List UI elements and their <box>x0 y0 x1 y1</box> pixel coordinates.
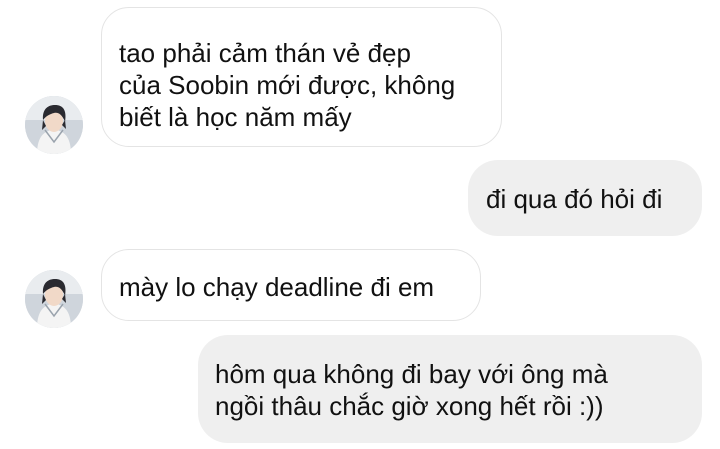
avatar-photo-icon <box>25 270 83 328</box>
contact-avatar[interactable] <box>25 270 83 328</box>
message-bubble-incoming[interactable]: tao phải cảm thán vẻ đẹp của Soobin mới … <box>101 7 502 147</box>
message-bubble-outgoing[interactable]: hôm qua không đi bay với ông mà ngồi thâ… <box>198 335 702 443</box>
avatar-photo-icon <box>25 96 83 154</box>
chat-thread: tao phải cảm thán vẻ đẹp của Soobin mới … <box>0 0 720 449</box>
contact-avatar[interactable] <box>25 96 83 154</box>
message-bubble-outgoing[interactable]: đi qua đó hỏi đi <box>468 160 702 236</box>
message-bubble-incoming[interactable]: mày lo chạy deadline đi em <box>101 249 481 321</box>
